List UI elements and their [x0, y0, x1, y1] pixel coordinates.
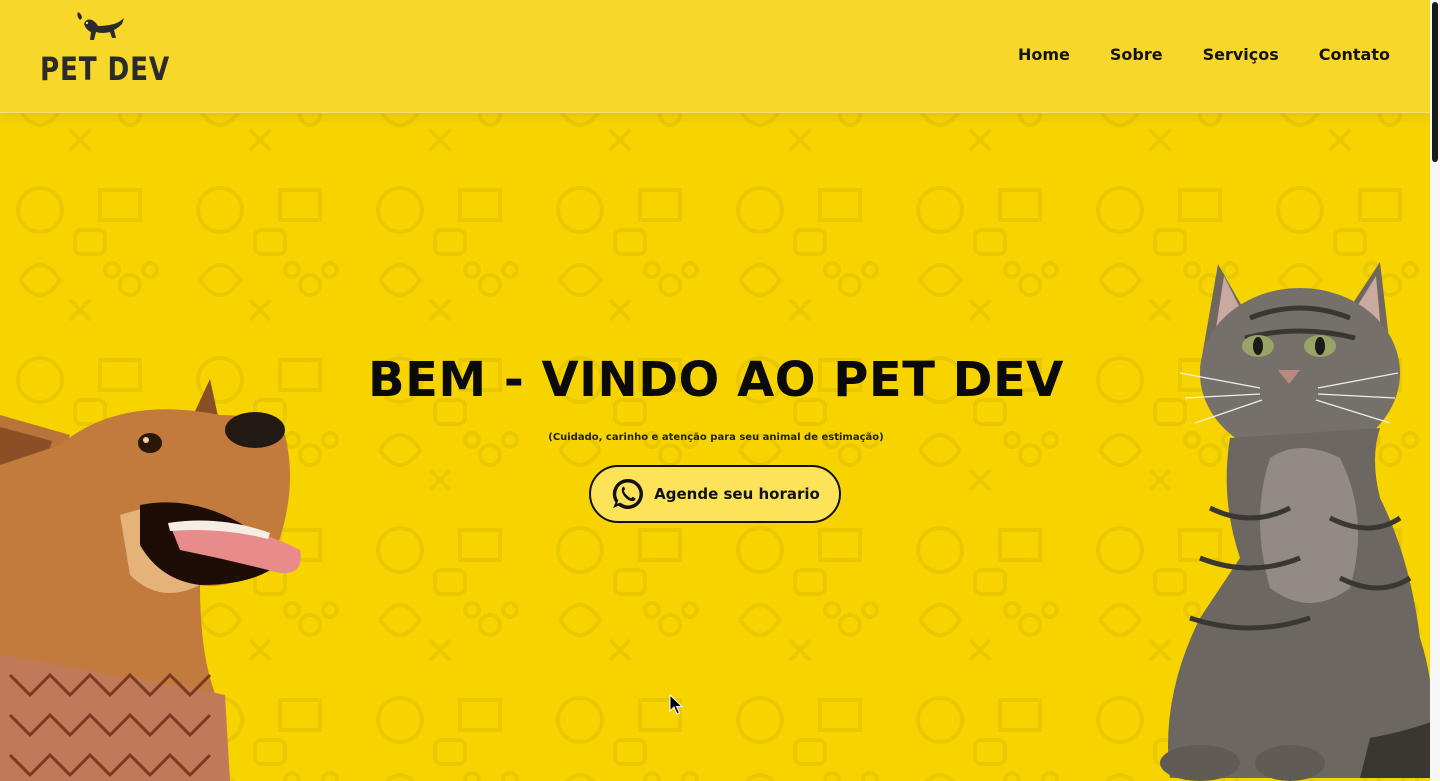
hero-content: BEM - VINDO AO PET DEV (Cuidado, carinho… — [276, 352, 1156, 523]
cat-photo — [1160, 262, 1440, 781]
scrollbar-thumb[interactable] — [1432, 2, 1438, 162]
hero-subtitle: (Cuidado, carinho e atenção para seu ani… — [548, 432, 884, 443]
brand-logo[interactable]: PET DEV — [40, 12, 170, 92]
whatsapp-icon — [612, 478, 644, 509]
dachshund-icon — [77, 12, 124, 40]
page-scrollbar[interactable] — [1430, 0, 1440, 781]
nav-servicos[interactable]: Serviços — [1203, 45, 1279, 64]
nav-home[interactable]: Home — [1018, 45, 1070, 64]
site-header: PET DEV Home Sobre Serviços Contato — [0, 0, 1430, 113]
mouse-pointer-icon — [669, 694, 683, 715]
brand-name: PET DEV — [40, 50, 170, 88]
main-nav: Home Sobre Serviços Contato — [1018, 45, 1390, 64]
nav-contato[interactable]: Contato — [1319, 45, 1390, 64]
schedule-button-label: Agende seu horario — [654, 485, 820, 503]
hero-section: BEM - VINDO AO PET DEV (Cuidado, carinho… — [0, 0, 1440, 781]
dog-photo — [0, 379, 301, 781]
nav-sobre[interactable]: Sobre — [1110, 45, 1163, 64]
hero-title: BEM - VINDO AO PET DEV — [368, 352, 1064, 408]
schedule-button[interactable]: Agende seu horario — [589, 465, 841, 523]
